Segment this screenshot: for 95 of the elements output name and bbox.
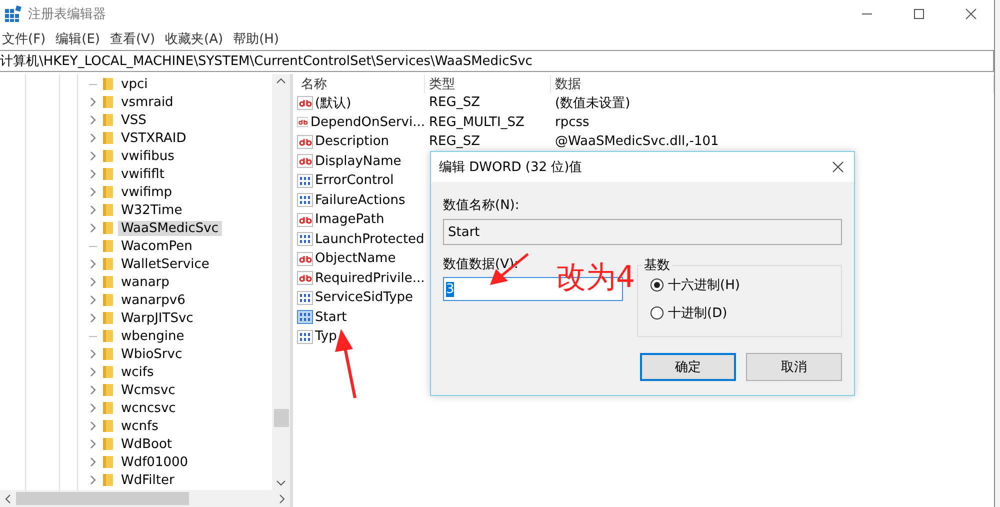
column-header[interactable]: 数据 [551,74,994,92]
folder-icon [102,185,114,199]
dialog-button[interactable]: 确定 [640,353,736,381]
dialog-button[interactable]: 取消 [746,353,842,381]
menu-item[interactable]: 查看(V) [110,30,156,48]
tree-item[interactable]: wcncsvc [118,400,179,416]
folder-icon [102,455,114,469]
vertical-scrollbar[interactable] [272,74,290,490]
value-name[interactable]: DisplayName [315,154,402,169]
tree-item[interactable]: vwififlt [118,166,168,182]
value-data: @WaaSMedicSvc.dll,-101 [554,134,720,150]
dialog-title: 编辑 DWORD (32 位)值 [439,159,582,176]
column-header[interactable]: 类型 [425,74,551,92]
value-name[interactable]: DependOnServi... [310,114,425,130]
tree-item[interactable]: vwifimp [118,184,176,200]
radio-icon[interactable] [650,306,664,320]
tree-item[interactable]: wbengine [118,328,188,344]
tree-item[interactable]: Wdf01000 [118,454,192,470]
tree-item[interactable]: WacomPen [118,238,196,254]
tree-item[interactable]: wcifs [118,364,157,380]
value-type: REG_MULTI_SZ [428,114,526,130]
radio-option[interactable]: 十进制(D) [650,304,829,322]
folder-icon [102,239,114,253]
folder-icon [102,257,114,271]
folder-icon [102,383,114,397]
value-data: (数值未设置) [554,94,632,112]
scroll-thumb[interactable] [16,492,189,505]
value-name[interactable]: RequiredPrivile... [315,270,425,286]
value-name[interactable]: ServiceSidType [315,290,414,306]
folder-icon [102,437,114,451]
value-name[interactable]: Typ [315,329,337,344]
folder-icon [102,149,114,163]
folder-icon [102,473,114,487]
value-name[interactable]: ErrorControl [315,173,394,188]
folder-icon [102,95,114,109]
radio-icon[interactable] [650,278,664,292]
value-name[interactable]: ImagePath [315,212,384,228]
window-title: 注册表编辑器 [28,6,107,23]
close-icon[interactable] [965,8,977,20]
folder-icon [102,77,114,91]
value-type: REG_SZ [428,134,481,150]
folder-icon [102,221,114,235]
tree-item[interactable]: wanarp [118,274,172,290]
tree-item[interactable]: wcnfs [118,418,162,434]
close-icon[interactable] [832,161,844,173]
address-bar[interactable]: 计算机\HKEY_LOCAL_MACHINE\SYSTEM\CurrentControlSet\Services\WaaSMedicSvc [0,50,994,72]
tree-item[interactable]: WdFilter [118,472,178,488]
column-header[interactable]: 名称 [297,74,425,92]
scroll-thumb[interactable] [274,409,289,427]
tree-item[interactable]: VSTXRAID [118,130,190,146]
tree-item[interactable]: W32Time [118,202,186,218]
folder-icon [102,167,114,181]
folder-icon [102,113,114,127]
tree-item[interactable]: WdBoot [118,436,176,452]
value-name[interactable]: ObjectName [315,251,396,266]
tree-item[interactable]: vpci [118,76,151,92]
folder-icon [102,329,114,343]
folder-icon [102,275,114,289]
tree-item[interactable]: vwifibus [118,148,178,164]
tree-item[interactable]: WbioSrvc [118,346,186,362]
tree-item[interactable]: vsmraid [118,94,176,110]
tree-item[interactable]: WarpJITSvc [118,310,196,326]
menu-item[interactable]: 编辑(E) [56,30,100,48]
tree-item[interactable]: WaaSMedicSvc [118,220,222,236]
folder-icon [102,203,114,217]
horizontal-scrollbar[interactable] [0,490,290,507]
menu-item[interactable]: 收藏夹(A) [165,30,224,48]
tree-item[interactable]: VSS [118,112,150,128]
tree-item[interactable]: Wcmsvc [118,382,178,398]
tree-item[interactable]: wanarpv6 [118,292,188,308]
value-name[interactable]: (默认) [315,94,352,112]
tree-item[interactable]: WalletService [118,256,212,272]
scroll-right-icon[interactable] [278,494,286,504]
field-label: 数值名称(N): [443,197,520,214]
registry-app-icon [4,5,22,23]
group-label: 基数 [642,256,672,274]
folder-icon [102,293,114,307]
folder-icon [102,401,114,415]
folder-icon [102,347,114,361]
value-name[interactable]: Description [315,134,390,150]
value-name[interactable]: Start [315,310,347,325]
value-data: rpcss [554,114,590,130]
value-name[interactable]: FailureActions [315,192,406,208]
folder-icon [102,131,114,145]
value-name[interactable]: LaunchProtected [315,232,424,247]
value-type: REG_SZ [428,95,481,110]
folder-icon [102,311,114,325]
folder-icon [102,365,114,379]
radio-option[interactable]: 十六进制(H) [650,276,829,294]
menu-item[interactable]: 帮助(H) [233,30,279,48]
scroll-left-icon[interactable] [4,494,12,504]
maximize-icon[interactable] [913,8,925,20]
folder-icon [102,419,114,433]
menu-item[interactable]: 文件(F) [2,30,46,48]
value-name-field[interactable]: Start [443,219,842,245]
